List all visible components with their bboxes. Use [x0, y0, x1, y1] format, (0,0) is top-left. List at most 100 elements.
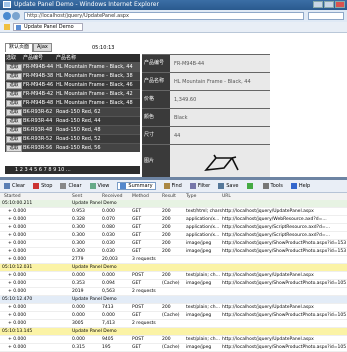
- session-row[interactable]: + 0.000 0.328 0.070 GET 200 application/x... h…: [0, 216, 347, 224]
- cell-result: 200: [162, 305, 171, 310]
- url-input[interactable]: http://localhost/jquery/UpdatePanel.aspx: [24, 12, 304, 20]
- tab-default[interactable]: 默认页面: [5, 43, 34, 52]
- timestamp: 05:10:13: [92, 45, 115, 51]
- select-button[interactable]: 选取: [6, 144, 22, 152]
- select-button[interactable]: 选取: [6, 135, 22, 143]
- detail-row: 产品名称 HL Mountain Frame - Black, 44: [142, 72, 270, 90]
- col-result[interactable]: Result: [162, 193, 186, 200]
- close-button[interactable]: [335, 1, 345, 8]
- session-row[interactable]: + 0.000 0.353 0.094 GET (Cache) image/jpeg htt…: [0, 280, 347, 288]
- tab-ajax[interactable]: Ajax: [33, 43, 52, 52]
- toolbar-label: Find: [171, 183, 182, 189]
- cell-started: + 0.000: [8, 337, 27, 342]
- product-number: FR-M94B-48: [23, 100, 54, 106]
- session-row[interactable]: + 0.000 0.000 0.000 POST 200 text/plain; ch..…: [0, 272, 347, 280]
- session-row[interactable]: + 0.000 0.000 0.000 GET (Cache) image/jpeg htt…: [0, 312, 347, 320]
- toolbar-button-find[interactable]: Find: [163, 183, 182, 189]
- grid-row: 选取 BK-R93R-44 Road-150 Red, 44: [5, 116, 140, 125]
- session-row[interactable]: + 0.000 0.953 0.000 GET 200 text/html; chars.…: [0, 208, 347, 216]
- cell-received: 0.000: [102, 313, 115, 318]
- browser-tab[interactable]: Update Panel Demo: [13, 23, 83, 31]
- cell-result: 200: [162, 249, 171, 254]
- session-group[interactable]: 05:10:12.470 Update Panel Demo: [0, 296, 347, 304]
- cell-started: + 0.000: [8, 305, 27, 310]
- session-group[interactable]: 05:10:13.145 Update Panel Demo: [0, 328, 347, 336]
- col-method[interactable]: Method: [132, 193, 162, 200]
- back-icon[interactable]: [3, 12, 11, 20]
- col-type[interactable]: Type: [186, 193, 222, 200]
- toolbar-button-filter[interactable]: Filter: [189, 183, 210, 189]
- session-group[interactable]: 05:10:00.211 Update Panel Demo: [0, 200, 347, 208]
- toolbar-button-clear[interactable]: Clear: [4, 183, 25, 189]
- toolbar-button-help[interactable]: Help: [290, 183, 310, 189]
- session-row[interactable]: + 0.000 3005 7,413 2 requests: [0, 320, 347, 328]
- select-button[interactable]: 选取: [6, 117, 22, 125]
- session-row[interactable]: + 0.000 2019 0,563 2 requests: [0, 288, 347, 296]
- forward-icon[interactable]: [12, 12, 20, 20]
- group-title: Update Panel Demo: [72, 329, 117, 334]
- product-name: HL Mountain Frame - Black, 42: [56, 91, 133, 97]
- cell-received: 0.070: [102, 217, 115, 222]
- cell-method: 2 requests: [132, 321, 156, 326]
- cell-result: 200: [162, 241, 171, 246]
- cell-received: 0.000: [102, 209, 115, 214]
- toolbar-button-view[interactable]: View: [89, 183, 109, 189]
- browser-tab-label: Update Panel Demo: [24, 24, 74, 30]
- product-name: Road-150 Red, 62: [56, 109, 101, 115]
- select-button[interactable]: 选取: [6, 81, 22, 89]
- session-row[interactable]: + 0.000 0.300 0.030 GET 200 image/jpeg http://…: [0, 248, 347, 256]
- cell-result: (Cache): [162, 281, 180, 286]
- session-row[interactable]: + 0.000 0.000 7413 POST 200 text/plain; ch...…: [0, 304, 347, 312]
- col-url[interactable]: URL: [222, 193, 347, 200]
- cell-method: POST: [132, 305, 144, 310]
- select-button[interactable]: 选取: [6, 90, 22, 98]
- product-number: FR-M94B-38: [23, 73, 54, 79]
- session-row[interactable]: + 0.000 0.300 0.030 GET 200 application/x... h…: [0, 232, 347, 240]
- cell-sent: 3005: [72, 321, 84, 326]
- stop-icon: [33, 183, 40, 189]
- minimize-button[interactable]: [313, 1, 323, 8]
- toolbar-button-stop[interactable]: Stop: [33, 183, 52, 189]
- select-button[interactable]: 选取: [6, 108, 22, 116]
- page-tabs: 默认页面 Ajax: [5, 43, 52, 52]
- cell-sent: 0.000: [72, 273, 85, 278]
- cell-method: GET: [132, 209, 142, 214]
- grid-pager[interactable]: 1 2 3 4 5 6 7 8 9 10 ...: [5, 166, 140, 174]
- select-button[interactable]: 选取: [6, 63, 22, 71]
- select-button[interactable]: 选取: [6, 126, 22, 134]
- product-grid: 选取 产品编号 产品名称 选取 FR-M94B-44 HL Mountain Fra…: [5, 54, 140, 152]
- cell-url: http://localhost/jquery/ShowProductPhoto…: [222, 249, 347, 254]
- cell-url: [222, 288, 347, 295]
- session-row[interactable]: + 0.000 2779 20,003 3 requests: [0, 256, 347, 264]
- select-button[interactable]: 选取: [6, 72, 22, 80]
- toolbar-button-summary[interactable]: Summary: [117, 182, 156, 190]
- session-row[interactable]: + 0.000 0.315 195 GET (Cache) image/jpeg http:…: [0, 344, 347, 352]
- session-group[interactable]: 05:10:12.031 Update Panel Demo: [0, 264, 347, 272]
- session-row[interactable]: + 0.000 0.300 0.030 GET 200 image/jpeg http://…: [0, 240, 347, 248]
- col-sent[interactable]: Sent: [72, 193, 102, 200]
- col-received[interactable]: Received: [102, 193, 132, 200]
- cell-type: image/jpeg: [186, 345, 212, 350]
- favorites-icon[interactable]: [4, 24, 10, 30]
- clear2-icon: [60, 183, 67, 189]
- filter-icon: [189, 183, 196, 189]
- session-row[interactable]: + 0.000 0.300 0.080 GET 200 application/x... h…: [0, 224, 347, 232]
- toolbar-button-clear[interactable]: Clear: [60, 183, 82, 189]
- cell-type: text/plain; ch...: [186, 337, 220, 342]
- cell-type: application/x...: [186, 233, 220, 238]
- cell-received: 195: [102, 345, 111, 350]
- select-button[interactable]: 选取: [6, 99, 22, 107]
- cell-started: + 0.000: [8, 289, 27, 294]
- col-started[interactable]: Started: [0, 193, 72, 200]
- toolbar-button-image[interactable]: [246, 183, 255, 189]
- cell-result: [162, 320, 186, 327]
- detail-value: HL Mountain Frame - Black, 44: [170, 73, 270, 90]
- toolbar-button-tools[interactable]: Tools: [262, 183, 283, 189]
- maximize-button[interactable]: [324, 1, 334, 8]
- session-row[interactable]: + 0.000 0.000 9405 POST 200 text/plain; ch...…: [0, 336, 347, 344]
- product-number: FR-M94B-42: [23, 91, 54, 97]
- group-time: 05:10:12.031: [2, 265, 33, 270]
- cell-started: + 0.000: [8, 233, 27, 238]
- toolbar-button-save[interactable]: Save: [218, 183, 239, 189]
- search-box[interactable]: [308, 12, 344, 20]
